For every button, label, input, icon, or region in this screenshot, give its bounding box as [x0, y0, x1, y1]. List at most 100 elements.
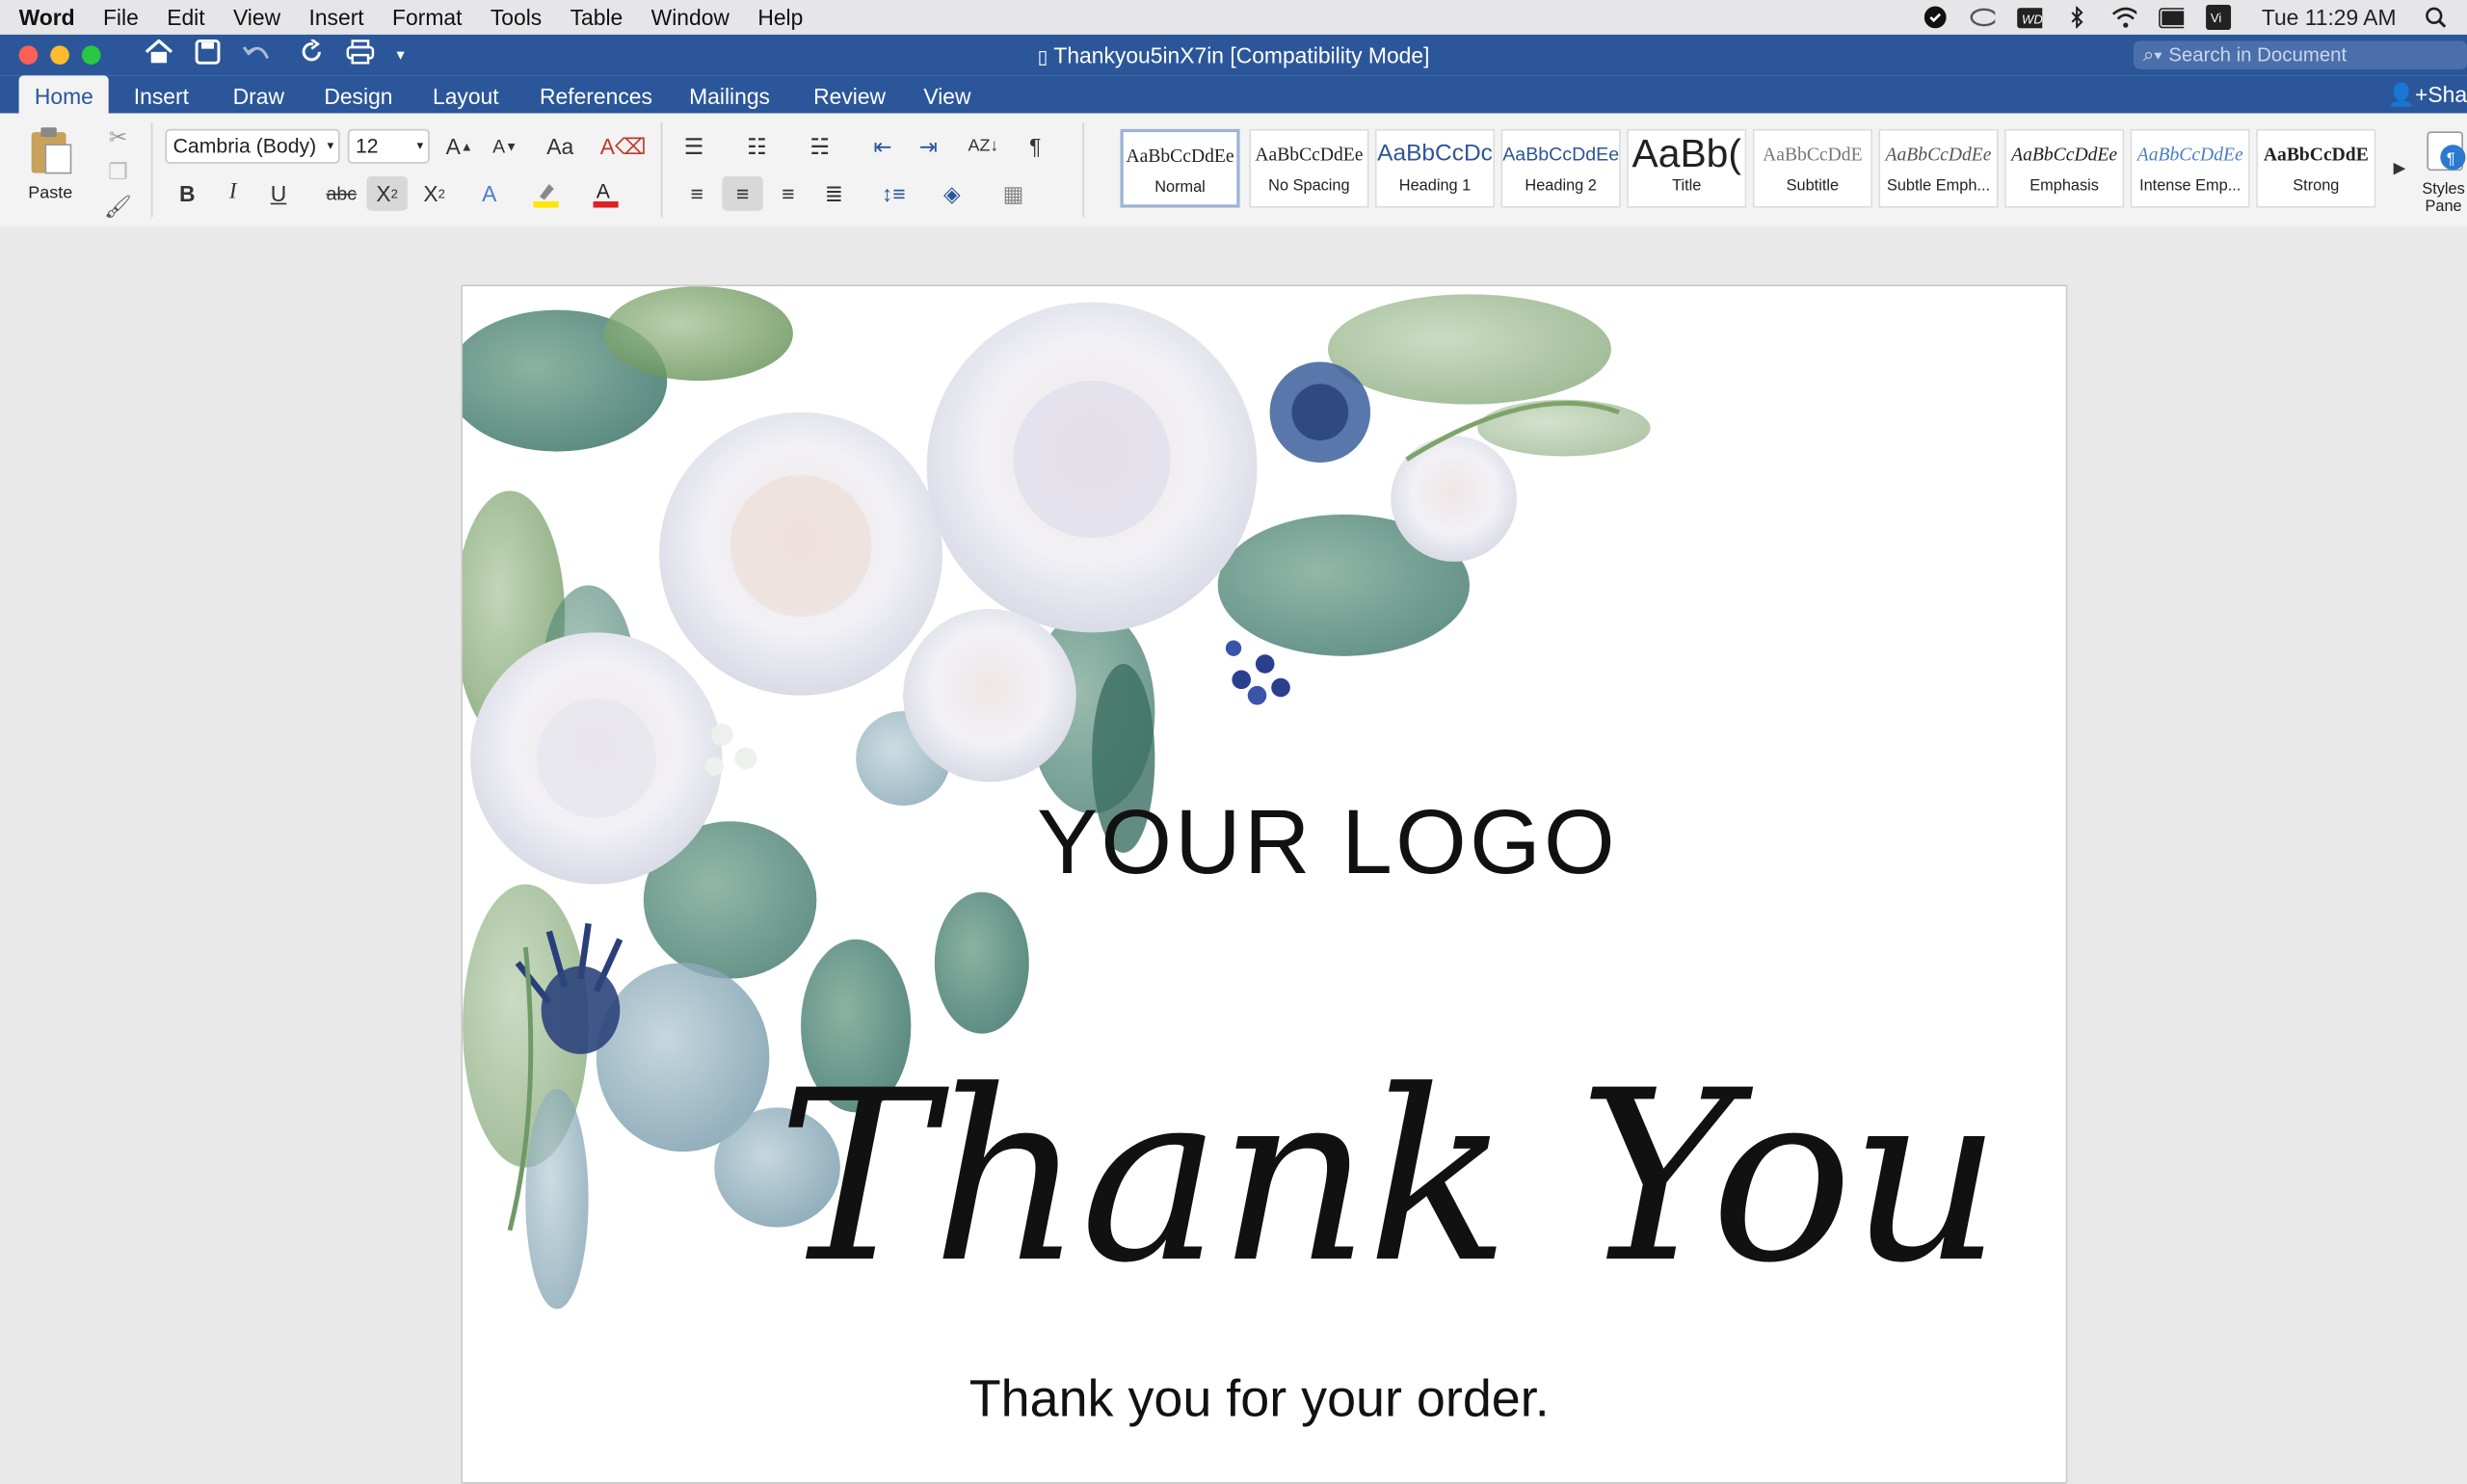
line-spacing-icon[interactable]: ↕≡ — [873, 176, 914, 211]
document-icon: ▯ — [1037, 45, 1048, 68]
highlight-color-icon[interactable] — [525, 176, 566, 211]
bullets-icon[interactable]: ☰ — [674, 129, 714, 164]
align-center-icon[interactable]: ≡ — [722, 175, 763, 211]
align-right-icon[interactable]: ≡ — [768, 176, 809, 211]
style-strong[interactable]: AaBbCcDdE Strong — [2256, 128, 2376, 208]
style-label: Subtle Emph... — [1886, 177, 1991, 196]
spotlight-icon[interactable] — [2423, 7, 2448, 29]
borders-icon[interactable]: ▦ — [993, 176, 1033, 211]
svg-text:WD: WD — [2023, 12, 2043, 26]
styles-gallery-more-icon[interactable]: ▶ — [2379, 151, 2420, 186]
shading-icon[interactable]: ◈ — [932, 176, 972, 211]
format-painter-icon[interactable]: 🖌 — [97, 189, 138, 224]
style-emphasis[interactable]: AaBbCcDdEe Emphasis — [2004, 128, 2125, 208]
menu-view[interactable]: View — [233, 5, 280, 30]
tab-review[interactable]: Review — [798, 75, 902, 113]
share-button[interactable]: 👤+Sha — [2388, 82, 2467, 109]
thank-you-headline[interactable]: Thank You — [778, 1042, 2003, 1315]
cut-icon[interactable]: ✂ — [97, 119, 138, 154]
style-label: Emphasis — [2029, 177, 2099, 196]
change-case-icon[interactable]: Aa — [540, 129, 580, 164]
increase-font-size-icon[interactable]: A ▲ — [439, 129, 480, 164]
wd-icon[interactable]: WD — [2017, 7, 2043, 29]
justify-icon[interactable]: ≣ — [813, 176, 854, 211]
style-sample: AaBbCcDdEe — [1502, 143, 1620, 166]
battery-icon[interactable] — [2159, 7, 2185, 29]
tab-mailings[interactable]: Mailings — [674, 75, 786, 113]
document-title-text: Thankyou5inX7in [Compatibility Mode] — [1053, 42, 1430, 68]
tab-layout[interactable]: Layout — [417, 75, 515, 113]
sort-icon[interactable]: AZ↓ — [963, 129, 1003, 164]
tab-insert[interactable]: Insert — [118, 75, 204, 113]
style-subtle-emphasis[interactable]: AaBbCcDdEe Subtle Emph... — [1878, 128, 1999, 208]
ribbon-tab-bar: Home Insert Draw Design Layout Reference… — [0, 75, 2467, 114]
dropbox-icon[interactable] — [1923, 6, 1949, 29]
svg-text:A: A — [597, 181, 611, 203]
style-normal[interactable]: AaBbCcDdEe Normal — [1120, 128, 1240, 208]
menu-tools[interactable]: Tools — [491, 5, 542, 30]
style-sample: AaBbCcDdEe — [2011, 143, 2118, 166]
tab-view[interactable]: View — [908, 75, 987, 113]
search-in-document-input[interactable]: ⌕▾ Search in Document — [2133, 40, 2467, 69]
italic-icon[interactable]: I — [212, 176, 252, 211]
logo-placeholder-text[interactable]: YOUR LOGO — [1037, 790, 1618, 895]
creative-cloud-icon[interactable] — [1971, 7, 1996, 29]
tab-design[interactable]: Design — [308, 75, 409, 113]
decrease-font-size-icon[interactable]: A ▼ — [485, 129, 525, 164]
subscript-icon[interactable]: X2 — [366, 175, 408, 211]
input-source-icon[interactable]: Vi — [2206, 4, 2232, 31]
superscript-icon[interactable]: X2 — [413, 176, 454, 211]
decrease-indent-icon[interactable]: ⇤ — [862, 129, 903, 164]
style-heading-2[interactable]: AaBbCcDdEe Heading 2 — [1500, 128, 1621, 208]
menu-edit[interactable]: Edit — [167, 5, 204, 30]
increase-indent-icon[interactable]: ⇥ — [908, 129, 948, 164]
tab-references[interactable]: References — [524, 75, 669, 113]
style-no-spacing[interactable]: AaBbCcDdEe No Spacing — [1249, 128, 1369, 208]
bold-icon[interactable]: B — [167, 176, 207, 211]
wifi-icon[interactable] — [2112, 7, 2137, 29]
document-page[interactable]: YOUR LOGO Thank You Thank you for your o… — [461, 284, 2068, 1484]
multilevel-list-icon[interactable]: ☵ — [799, 129, 839, 164]
tab-draw[interactable]: Draw — [217, 75, 300, 113]
styles-pane-icon: ¶ — [2427, 131, 2466, 172]
clear-formatting-icon[interactable]: A⌫ — [600, 129, 647, 164]
font-size-dropdown[interactable]: 12 ▾ — [347, 128, 430, 164]
menu-format[interactable]: Format — [392, 5, 462, 30]
styles-pane-button[interactable]: ¶ Styles Pane — [2418, 129, 2467, 216]
numbering-icon[interactable]: ☷ — [736, 129, 777, 164]
tab-home[interactable]: Home — [18, 75, 110, 114]
strikethrough-icon[interactable]: abc — [321, 176, 361, 211]
chevron-down-icon: ▾ — [416, 138, 424, 153]
copy-icon[interactable]: ❐ — [97, 154, 138, 189]
style-title[interactable]: AaBb( Title — [1627, 128, 1747, 208]
document-title: ▯ Thankyou5inX7in [Compatibility Mode] — [0, 42, 2467, 67]
show-formatting-marks-icon[interactable]: ¶ — [1015, 129, 1055, 164]
menubar-clock[interactable]: Tue 11:29 AM — [2262, 5, 2397, 30]
menu-window[interactable]: Window — [651, 5, 729, 30]
underline-icon[interactable]: U — [258, 176, 299, 211]
bluetooth-icon[interactable] — [2065, 6, 2090, 29]
styles-pane-label: Styles Pane — [2422, 180, 2465, 216]
menu-insert[interactable]: Insert — [308, 5, 363, 30]
share-label: Sha — [2427, 81, 2467, 108]
svg-text:Vi: Vi — [2212, 11, 2222, 25]
menu-help[interactable]: Help — [757, 5, 803, 30]
text-effects-icon[interactable]: A — [469, 176, 510, 211]
style-label: Strong — [2293, 177, 2340, 196]
style-sample: AaBbCcDdEe — [1255, 143, 1364, 166]
menu-table[interactable]: Table — [570, 5, 623, 30]
style-heading-1[interactable]: AaBbCcDc Heading 1 — [1374, 128, 1496, 208]
thank-you-subtext[interactable]: Thank you for your order. — [969, 1368, 1550, 1428]
app-menu[interactable]: Word — [19, 5, 75, 30]
paste-button[interactable]: Paste — [19, 126, 82, 205]
font-name-dropdown[interactable]: Cambria (Body) ▾ — [165, 128, 340, 164]
style-subtitle[interactable]: AaBbCcDdE Subtitle — [1752, 128, 1872, 208]
font-color-icon[interactable]: A — [585, 176, 625, 211]
menu-file[interactable]: File — [103, 5, 139, 30]
font-name-value: Cambria (Body) — [172, 133, 317, 158]
style-sample: AaBbCcDc — [1377, 140, 1493, 168]
search-placeholder: Search in Document — [2168, 43, 2348, 66]
style-intense-emphasis[interactable]: AaBbCcDdEe Intense Emp... — [2130, 128, 2250, 208]
align-left-icon[interactable]: ≡ — [676, 176, 717, 211]
search-icon: ⌕▾ — [2142, 42, 2162, 66]
